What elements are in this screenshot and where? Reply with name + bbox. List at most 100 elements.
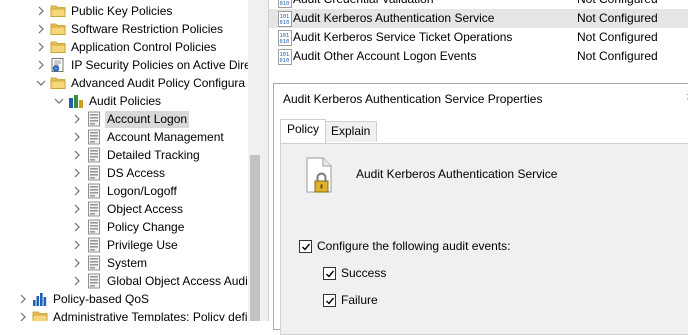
tree-scrollbar-thumb[interactable]	[250, 155, 260, 321]
policy-category-icon	[86, 165, 102, 181]
tree-item-label: IP Security Policies on Active Dire	[71, 57, 251, 72]
configure-audit-events-checkbox[interactable]	[299, 240, 312, 253]
tab-policy[interactable]: Policy	[280, 119, 327, 143]
policy-name: Audit Kerberos Authentication Service	[356, 167, 558, 181]
list-row-audit-credential-validation[interactable]: 101010Audit Credential Validation Not Con…	[269, 0, 688, 9]
tree-item-label: Detailed Tracking	[107, 147, 200, 162]
failure-label: Failure	[341, 293, 378, 307]
list-row-audit-kerberos-service-ticket-operations[interactable]: 101 010 Audit Kerberos Service Ticket Oper…	[269, 28, 688, 47]
chevron-right-icon[interactable]	[70, 272, 84, 290]
chevron-down-icon[interactable]	[52, 92, 66, 110]
tree-item-label: Account Management	[107, 129, 224, 144]
tree-item-label: Object Access	[107, 201, 184, 216]
tree-item-detailed-tracking[interactable]: Detailed Tracking	[70, 146, 202, 164]
success-label: Success	[341, 266, 387, 280]
tree-item-policy-based-qos[interactable]: Policy-based QoS	[16, 290, 151, 308]
policy-document-lock-icon	[306, 157, 332, 193]
list-row-status: Not Configured	[577, 49, 658, 63]
policy-category-icon	[86, 255, 102, 271]
tree-item-system[interactable]: System	[70, 254, 149, 272]
failure-checkbox-row[interactable]: Failure	[323, 293, 378, 308]
tree-item-object-access[interactable]: Object Access	[70, 200, 185, 218]
policy-category-icon	[86, 147, 102, 163]
bar-chart-icon	[32, 291, 48, 307]
list-row-status: Not Configured	[577, 0, 658, 7]
policy-category-icon	[86, 129, 102, 145]
chevron-right-icon[interactable]	[70, 146, 84, 164]
tree-item-logon-logoff[interactable]: Logon/Logoff	[70, 182, 179, 200]
binary-policy-icon: 101010	[277, 10, 293, 27]
dialog-title: Audit Kerberos Authentication Service Pr…	[283, 92, 543, 106]
policy-category-icon	[86, 111, 102, 127]
svg-text:010: 010	[280, 58, 290, 64]
policy-list: 101010Audit Credential ValidationNot Con…	[269, 0, 688, 80]
chevron-right-icon[interactable]	[70, 200, 84, 218]
list-row-audit-other-account-logon-events[interactable]: 101 010 Audit Other Account Logon Events No…	[269, 47, 688, 66]
chevron-right-icon[interactable]	[70, 110, 84, 128]
chevron-right-icon[interactable]	[70, 182, 84, 200]
list-row-audit-kerberos-authentication-service[interactable]: 101 010 Audit Kerberos Authentication Serv…	[269, 9, 688, 28]
checkmark-icon	[301, 243, 310, 251]
tree-item-label: Global Object Access Audi	[107, 273, 248, 288]
audit-policies-icon	[68, 93, 84, 109]
chevron-right-icon[interactable]	[34, 20, 48, 38]
policy-category-icon	[86, 183, 102, 199]
chevron-down-icon[interactable]	[34, 74, 48, 92]
tree-item-label: Account Logon	[105, 110, 190, 128]
properties-dialog: Audit Kerberos Authentication Service Pr…	[273, 83, 688, 335]
svg-text:010: 010	[280, 39, 290, 45]
tree-item-label: Audit Policies	[89, 93, 162, 108]
policy-category-icon	[86, 273, 102, 289]
tree-item-audit-policies[interactable]: Audit Policies	[52, 92, 163, 110]
tree-item-label: Policy Change	[107, 219, 185, 234]
tree-item-label: Public Key Policies	[71, 3, 173, 18]
tree-item-label: Administrative Templates: Policy definit…	[53, 309, 262, 322]
list-row-status: Not Configured	[577, 30, 658, 44]
tree-item-label: Software Restriction Policies	[71, 21, 224, 36]
configure-audit-events-checkbox-row[interactable]: Configure the following audit events:	[299, 239, 510, 254]
tree-item-account-management[interactable]: Account Management	[70, 128, 226, 146]
tree-scrollbar[interactable]	[248, 0, 262, 321]
ip-security-icon	[50, 57, 66, 73]
svg-text:010: 010	[280, 1, 290, 7]
success-checkbox[interactable]	[323, 267, 336, 280]
chevron-right-icon[interactable]	[70, 254, 84, 272]
list-row-status: Not Configured	[577, 11, 658, 25]
configure-audit-events-label: Configure the following audit events:	[317, 239, 511, 253]
failure-checkbox[interactable]	[323, 294, 336, 307]
chevron-right-icon[interactable]	[34, 2, 48, 20]
folder-icon	[50, 39, 66, 55]
success-checkbox-row[interactable]: Success	[323, 266, 386, 281]
chevron-right-icon[interactable]	[34, 38, 48, 56]
tree-item-ip-security-policies-on-active-dire[interactable]: IP Security Policies on Active Dire	[34, 56, 253, 74]
folder-icon	[32, 309, 48, 321]
checkmark-icon	[325, 297, 334, 305]
chevron-right-icon[interactable]	[16, 290, 30, 308]
tree-item-software-restriction-policies[interactable]: Software Restriction Policies	[34, 20, 225, 38]
chevron-right-icon[interactable]	[70, 218, 84, 236]
tree-item-public-key-policies[interactable]: Public Key Policies	[34, 2, 174, 20]
list-row-name: Audit Kerberos Authentication Service	[293, 11, 495, 25]
tree-item-administrative-templates-policy-definiti[interactable]: Administrative Templates: Policy definit…	[16, 308, 262, 321]
chevron-right-icon[interactable]	[16, 308, 30, 321]
svg-text:010: 010	[280, 20, 290, 26]
list-row-name: Audit Kerberos Service Ticket Operations	[293, 30, 513, 44]
tab-explain[interactable]: Explain	[324, 121, 378, 142]
folder-icon	[50, 21, 66, 37]
tree-item-global-object-access-audi[interactable]: Global Object Access Audi	[70, 272, 250, 290]
tree-item-advanced-audit-policy-configura[interactable]: Advanced Audit Policy Configura	[34, 74, 247, 92]
chevron-right-icon[interactable]	[34, 56, 48, 74]
tree-item-label: DS Access	[107, 165, 166, 180]
list-row-name: Audit Other Account Logon Events	[293, 49, 477, 63]
tree-item-ds-access[interactable]: DS Access	[70, 164, 167, 182]
tree-item-policy-change[interactable]: Policy Change	[70, 218, 186, 236]
policy-category-icon	[86, 219, 102, 235]
chevron-right-icon[interactable]	[70, 164, 84, 182]
policy-category-icon	[86, 237, 102, 253]
chevron-right-icon[interactable]	[70, 236, 84, 254]
tree-item-application-control-policies[interactable]: Application Control Policies	[34, 38, 218, 56]
tree-item-privilege-use[interactable]: Privilege Use	[70, 236, 180, 254]
tree-item-account-logon[interactable]: Account Logon	[70, 110, 190, 128]
folder-icon	[50, 75, 66, 91]
chevron-right-icon[interactable]	[70, 128, 84, 146]
